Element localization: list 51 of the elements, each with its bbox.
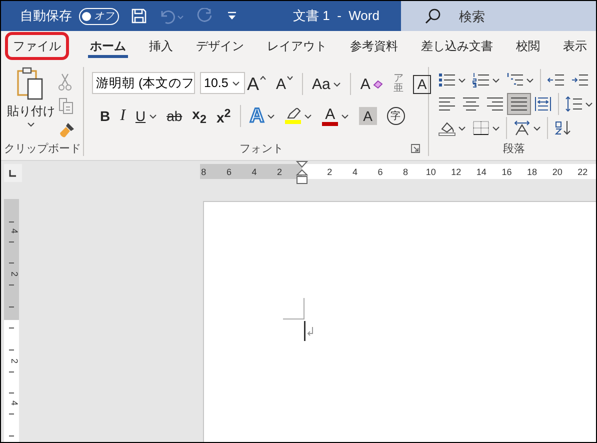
- ruler-number: 4: [10, 228, 19, 234]
- ribbon-tab[interactable]: レイアウト: [265, 34, 329, 58]
- search-input[interactable]: 検索: [459, 8, 559, 24]
- ruler-number: 16: [500, 166, 513, 176]
- ruler-number: 10: [424, 166, 437, 176]
- ribbon-tab[interactable]: デザイン: [194, 34, 246, 58]
- group-label: クリップボード: [4, 142, 81, 156]
- ruler-number: 6: [376, 166, 384, 176]
- subscript-button[interactable]: x$_{2}$: [188, 104, 210, 128]
- ruler-number: 20: [551, 166, 564, 176]
- ruler-number: 8: [402, 166, 410, 176]
- autosave-label: 自動保存: [20, 7, 72, 25]
- ruler-number: 2: [326, 166, 334, 176]
- ruby-button[interactable]: ア 亜: [389, 72, 408, 96]
- font-size-dropdown[interactable]: 10.5: [200, 72, 245, 94]
- shrink-font-button[interactable]: A: [272, 72, 298, 96]
- ruler-number: 2: [10, 272, 19, 277]
- ribbon-tab[interactable]: 参考資料: [348, 34, 400, 58]
- group-label: フォント: [240, 142, 284, 156]
- change-case-button[interactable]: Aa: [308, 72, 346, 96]
- underline-button[interactable]: U: [131, 104, 161, 128]
- italic-button[interactable]: I: [116, 104, 130, 128]
- superscript-button[interactable]: x$^{2}$: [212, 104, 235, 128]
- clear-formatting-button[interactable]: A: [356, 72, 388, 96]
- ruler-number: 8: [200, 166, 208, 176]
- ruler-number: 4: [250, 166, 258, 176]
- search-field[interactable]: 検索: [401, 1, 596, 31]
- strikethrough-button[interactable]: ab: [162, 104, 186, 128]
- font-color-button[interactable]: A: [318, 104, 354, 128]
- ribbon-tab[interactable]: 差し込み文書: [419, 34, 495, 58]
- paste-button[interactable]: 貼り付け: [7, 67, 55, 140]
- ruler-number: 4: [351, 166, 358, 176]
- ribbon-tab[interactable]: ホーム: [88, 34, 128, 58]
- ruler-number: 2: [10, 358, 19, 364]
- window-title: 文書 1 - Word: [293, 7, 380, 25]
- ruler-number: 6: [225, 166, 232, 176]
- ruler-number: 22: [576, 166, 589, 176]
- group-label: 段落: [503, 142, 525, 156]
- ruler-number: 4: [10, 400, 19, 406]
- ruler-number: 2: [276, 166, 284, 176]
- ribbon-tab[interactable]: 表示: [561, 34, 589, 58]
- grow-font-button[interactable]: A: [243, 72, 270, 96]
- ruler-number: 12: [450, 166, 462, 176]
- ribbon-tab[interactable]: 校閲: [514, 34, 542, 58]
- bold-button[interactable]: B: [96, 104, 114, 128]
- font-name-dropdown[interactable]: 游明朝 (本文のフ: [92, 72, 195, 94]
- ribbon-tab[interactable]: ファイル: [5, 32, 69, 60]
- ruler-number: 14: [475, 166, 488, 176]
- ruler-number: 18: [526, 166, 538, 176]
- autosave-toggle[interactable]: オフ: [79, 8, 119, 24]
- ribbon-tab[interactable]: 挿入: [147, 34, 175, 58]
